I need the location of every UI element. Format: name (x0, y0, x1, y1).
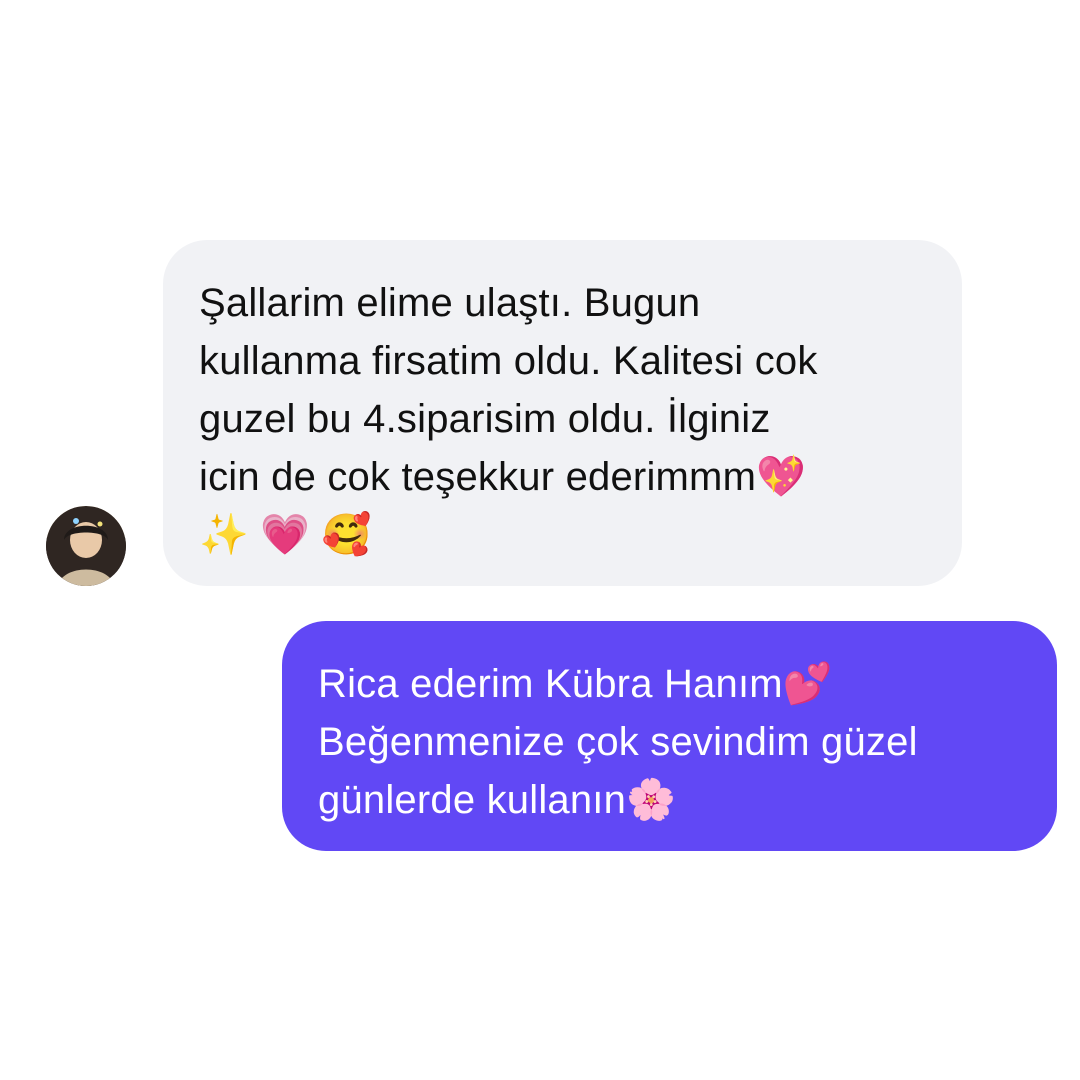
received-message-emoji-line: ✨ 💗 🥰 (199, 513, 372, 557)
received-message-line: kullanma firsatim oldu. Kalitesi cok (199, 339, 818, 383)
sent-message-line: günlerde kullanın🌸 (318, 778, 677, 822)
received-message-line: guzel bu 4.siparisim oldu. İlginiz (199, 397, 771, 441)
sent-message-line: Beğenmenize çok sevindim güzel (318, 720, 918, 764)
received-message-line: Şallarim elime ulaştı. Bugun (199, 281, 701, 325)
chat-thread: Şallarim elime ulaştı. Bugun kullanma fi… (0, 0, 1080, 1080)
received-message-row: Şallarim elime ulaştı. Bugun kullanma fi… (0, 240, 1080, 586)
received-message-line: icin de cok teşekkur ederimmm💖 (199, 455, 807, 499)
received-message-bubble[interactable]: Şallarim elime ulaştı. Bugun kullanma fi… (163, 240, 962, 586)
sent-message-line: Rica ederim Kübra Hanım💕 (318, 662, 833, 706)
sender-avatar[interactable] (46, 506, 126, 586)
sent-message-bubble[interactable]: Rica ederim Kübra Hanım💕 Beğenmenize çok… (282, 621, 1057, 851)
profile-photo-icon (46, 506, 126, 586)
